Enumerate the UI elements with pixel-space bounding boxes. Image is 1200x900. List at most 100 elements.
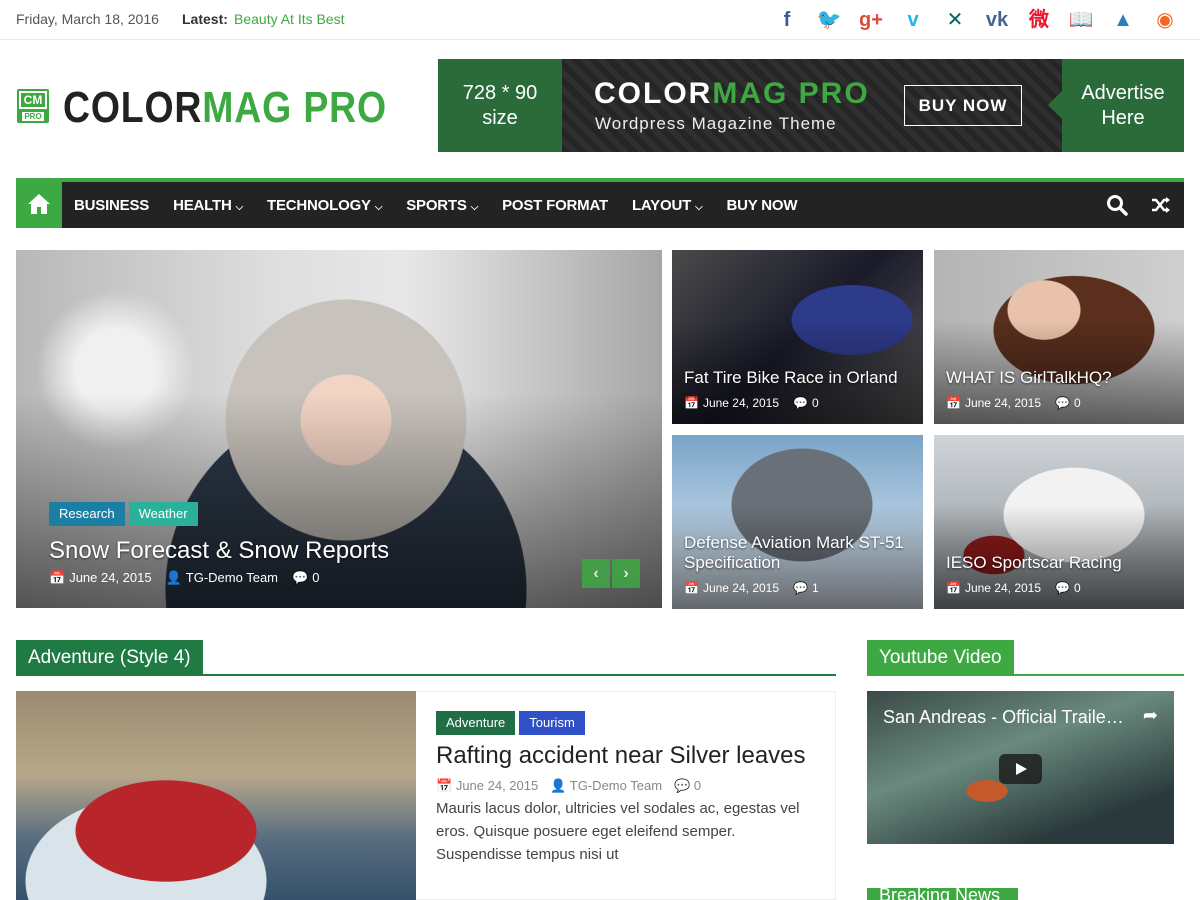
adventure-date-text: June 24, 2015: [455, 778, 539, 793]
google-plus-icon[interactable]: g+: [850, 8, 892, 32]
adventure-comments[interactable]: 💬 0: [674, 778, 701, 794]
comment-icon: 💬: [793, 396, 808, 410]
vk-icon[interactable]: vk: [976, 8, 1018, 32]
featured-author[interactable]: 👤 TG-Demo Team: [166, 570, 278, 586]
featured-author-text: TG-Demo Team: [185, 570, 279, 585]
hero-card-date[interactable]: 📅 June 24, 2015: [684, 581, 779, 595]
comment-icon: 💬: [793, 581, 808, 595]
featured-date-text: June 24, 2015: [69, 570, 152, 585]
book-icon[interactable]: 📖: [1060, 8, 1102, 32]
ad-advertise-here[interactable]: Advertise Here: [1062, 59, 1184, 152]
ad-arrow: [1048, 91, 1062, 119]
ad-title-part2: MAG PRO: [712, 77, 870, 110]
adventure-comments-count: 0: [693, 778, 702, 793]
latest-news-link[interactable]: Beauty At Its Best: [234, 11, 345, 27]
user-icon: 👤: [550, 778, 570, 793]
calendar-icon: 📅: [946, 396, 961, 410]
nav-item-label: BUY NOW: [726, 196, 798, 214]
search-button[interactable]: [1106, 194, 1128, 221]
hero-card-date[interactable]: 📅 June 24, 2015: [946, 396, 1041, 410]
nav-item-label: SPORTS: [406, 196, 467, 214]
home-button[interactable]: [16, 182, 62, 228]
nav-item-technology[interactable]: TECHNOLOGY ⌵: [255, 197, 394, 214]
nav-item-buy-now[interactable]: BUY NOW: [714, 197, 809, 214]
nav-item-business[interactable]: BUSINESS: [62, 197, 161, 214]
hero-card-3[interactable]: Defense Aviation Mark ST-51 Specificatio…: [672, 435, 923, 609]
twitter-icon[interactable]: 🐦: [808, 8, 850, 32]
nav-item-label: TECHNOLOGY: [267, 196, 371, 214]
featured-title[interactable]: Snow Forecast & Snow Reports: [49, 537, 389, 565]
adventure-post-image[interactable]: [16, 691, 416, 900]
video-title[interactable]: San Andreas - Official Traile…: [883, 707, 1124, 728]
hero-card-title[interactable]: Defense Aviation Mark ST-51 Specificatio…: [684, 533, 914, 573]
hero-card-1[interactable]: Fat Tire Bike Race in Orland 📅 June 24, 2…: [672, 250, 923, 424]
ad-title-part1: COLOR: [594, 77, 713, 110]
nav-item-label: BUSINESS: [74, 196, 150, 214]
featured-date[interactable]: 📅 June 24, 2015: [49, 570, 152, 586]
hero-card-meta: 📅 June 24, 2015 💬 0: [946, 581, 1081, 595]
hero-card-date-text: June 24, 2015: [702, 396, 780, 410]
header-advertisement[interactable]: 728 * 90 size COLORMAG PRO Wordpress Mag…: [438, 59, 1184, 152]
hero-card-date[interactable]: 📅 June 24, 2015: [946, 581, 1041, 595]
featured-slider[interactable]: Research Weather Snow Forecast & Snow Rep…: [16, 250, 662, 608]
featured-comments[interactable]: 💬 0: [292, 570, 319, 586]
hero-card-2[interactable]: WHAT IS GirlTalkHQ? 📅 June 24, 2015 💬 0: [934, 250, 1184, 424]
random-post-button[interactable]: [1150, 194, 1172, 221]
hero-card-title[interactable]: IESO Sportscar Racing: [946, 553, 1122, 573]
hero-card-title[interactable]: Fat Tire Bike Race in Orland: [684, 368, 898, 388]
ad-buy-now-button[interactable]: BUY NOW: [904, 85, 1022, 126]
hero-card-comments[interactable]: 💬 0: [1055, 581, 1081, 595]
nav-item-health[interactable]: HEALTH ⌵: [161, 197, 255, 214]
nav-item-post-format[interactable]: POST FORMAT: [490, 197, 620, 214]
adventure-tags: Adventure Tourism: [436, 711, 585, 735]
adventure-tag-tourism[interactable]: Tourism: [519, 711, 585, 735]
hero-card-date-text: June 24, 2015: [964, 396, 1042, 410]
hero-card-comments[interactable]: 💬 0: [793, 396, 819, 410]
hero-card-date[interactable]: 📅 June 24, 2015: [684, 396, 779, 410]
adventure-post-title[interactable]: Rafting accident near Silver leaves: [436, 742, 806, 770]
hero-card-comments-count: 1: [811, 581, 819, 595]
site-logo[interactable]: COLORMAG PRO: [63, 83, 387, 133]
adventure-section-heading: Adventure (Style 4): [16, 640, 836, 676]
adventure-author-text: TG-Demo Team: [569, 778, 663, 793]
hero-card-meta: 📅 June 24, 2015 💬 1: [684, 581, 819, 595]
logo-badge[interactable]: CM PRO: [17, 89, 49, 123]
xing-icon[interactable]: ✕: [934, 8, 976, 32]
nav-item-label: POST FORMAT: [502, 196, 608, 214]
latest-label: Latest:: [182, 11, 228, 27]
logo-badge-bottom: PRO: [22, 112, 44, 121]
featured-tag-weather[interactable]: Weather: [128, 502, 198, 526]
play-button-icon[interactable]: [999, 754, 1042, 784]
calendar-icon: 📅: [684, 396, 699, 410]
hero-card-comments[interactable]: 💬 1: [793, 581, 819, 595]
hero-card-title[interactable]: WHAT IS GirlTalkHQ?: [946, 368, 1112, 388]
ad-title: COLORMAG PRO: [594, 77, 870, 111]
adventure-post-meta: 📅 June 24, 2015 👤 TG-Demo Team 💬 0: [436, 778, 701, 794]
nav-item-layout[interactable]: LAYOUT ⌵: [620, 197, 714, 214]
slider-prev-button[interactable]: ‹: [582, 559, 610, 588]
vimeo-icon[interactable]: v: [892, 8, 934, 32]
rss-icon[interactable]: ◉: [1144, 8, 1186, 32]
comment-icon: 💬: [292, 570, 309, 585]
adventure-author[interactable]: 👤 TG-Demo Team: [550, 778, 662, 794]
adventure-tag-adventure[interactable]: Adventure: [436, 711, 516, 735]
hero-card-comments[interactable]: 💬 0: [1055, 396, 1081, 410]
adventure-date[interactable]: 📅 June 24, 2015: [436, 778, 538, 794]
calendar-icon: 📅: [436, 778, 456, 793]
share-icon[interactable]: ➦: [1143, 705, 1158, 726]
ad-advertise-line1: Advertise: [1081, 82, 1165, 104]
youtube-video-player[interactable]: San Andreas - Official Traile… ➦: [867, 691, 1174, 844]
tripadvisor-icon[interactable]: ▲: [1102, 8, 1144, 32]
nav-item-sports[interactable]: SPORTS ⌵: [394, 197, 490, 214]
facebook-icon[interactable]: f: [766, 8, 808, 32]
shuffle-icon: [1152, 197, 1170, 213]
logo-text-part2: MAG PRO: [202, 83, 387, 132]
calendar-icon: 📅: [684, 581, 699, 595]
hero-card-4[interactable]: IESO Sportscar Racing 📅 June 24, 2015 💬 0: [934, 435, 1184, 609]
ad-size-label: 728 * 90 size: [438, 59, 562, 152]
weibo-icon[interactable]: 微: [1018, 8, 1060, 32]
calendar-icon: 📅: [946, 581, 961, 595]
home-icon: [28, 194, 50, 214]
featured-tag-research[interactable]: Research: [49, 502, 125, 526]
slider-next-button[interactable]: ›: [612, 559, 640, 588]
